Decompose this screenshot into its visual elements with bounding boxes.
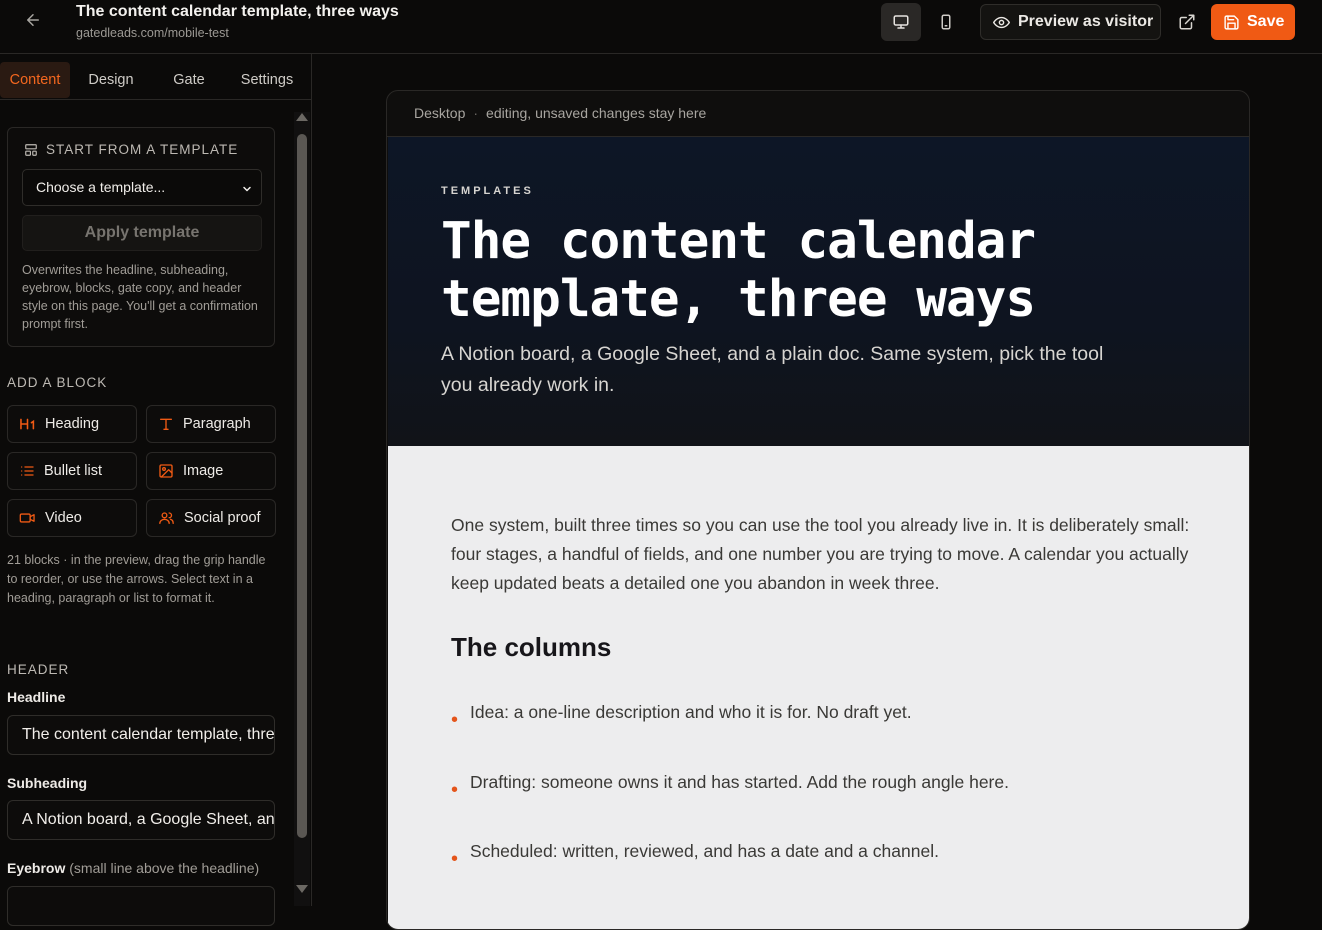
bullet-dot: • xyxy=(451,709,459,731)
headline-label: Headline xyxy=(7,689,66,705)
eye-icon xyxy=(993,16,1010,28)
page-title: The content calendar template, three way… xyxy=(76,3,399,20)
add-video-button[interactable]: Video xyxy=(7,499,137,537)
save-label: Save xyxy=(1247,13,1285,30)
preview-frame: Desktop · editing, unsaved changes stay he… xyxy=(386,90,1250,930)
separator-dot: · xyxy=(473,105,479,121)
external-link-icon xyxy=(1179,14,1195,30)
add-block-heading: ADD A BLOCK xyxy=(7,375,108,390)
list-item-text: Idea: a one-line description and who it … xyxy=(470,702,912,722)
list-item[interactable]: • Idea: a one-line description and who it… xyxy=(451,702,912,730)
preview-device-label: Desktop xyxy=(414,105,466,121)
smartphone-icon xyxy=(941,14,951,30)
bullet-dot: • xyxy=(451,848,459,870)
blocks-note: 21 blocks · in the preview, drag the gri… xyxy=(7,553,266,605)
add-social-proof-button[interactable]: Social proof xyxy=(146,499,276,537)
back-arrow-icon[interactable] xyxy=(22,11,44,33)
template-select[interactable]: Choose a template... xyxy=(22,169,262,206)
image-icon xyxy=(159,464,173,478)
video-icon xyxy=(19,513,35,523)
preview-status-text: editing, unsaved changes stay here xyxy=(486,105,707,121)
preview-label: Preview as visitor xyxy=(1018,13,1154,30)
list-item-text: Scheduled: written, reviewed, and has a … xyxy=(470,841,939,861)
section-heading[interactable]: The columns xyxy=(451,632,611,663)
eyebrow-label: Eyebrow (small line above the headline) xyxy=(7,860,259,876)
eyebrow-hint: (small line above the headline) xyxy=(69,860,260,876)
chevron-down-icon xyxy=(243,186,251,192)
users-icon xyxy=(159,512,174,524)
header-section-heading: HEADER xyxy=(7,662,70,677)
tab-content[interactable]: Content xyxy=(0,62,70,98)
template-note: Overwrites the headline, subheading, eye… xyxy=(22,263,258,331)
save-button[interactable]: Save xyxy=(1211,4,1295,40)
list-item[interactable]: • Scheduled: written, reviewed, and has a… xyxy=(451,841,939,869)
page-url: gatedleads.com/mobile-test xyxy=(76,26,229,40)
template-select-value: Choose a template... xyxy=(36,179,166,195)
tab-gate[interactable]: Gate xyxy=(164,62,214,98)
add-bullet-list-button[interactable]: Bullet list xyxy=(7,452,137,490)
content-body: One system, built three times so you can… xyxy=(388,446,1249,929)
hero-headline[interactable]: The content calendar template, three way… xyxy=(441,213,1121,329)
tab-settings[interactable]: Settings xyxy=(232,62,302,98)
desktop-view-button[interactable] xyxy=(881,3,921,41)
add-heading-button[interactable]: Heading xyxy=(7,405,137,443)
headline-input[interactable]: The content calendar template, three way… xyxy=(7,715,275,755)
hero-section: TEMPLATES The content calendar template,… xyxy=(388,137,1249,446)
intro-paragraph[interactable]: One system, built three times so you can… xyxy=(451,511,1191,598)
tabs-divider xyxy=(0,99,312,100)
floppy-disk-icon xyxy=(1224,14,1239,30)
top-bar: The content calendar template, three way… xyxy=(0,0,1322,54)
subheading-input[interactable]: A Notion board, a Google Sheet, and a pl… xyxy=(7,800,275,840)
template-heading-text: START FROM A TEMPLATE xyxy=(46,142,239,157)
eyebrow-input[interactable] xyxy=(7,886,275,926)
layout-template-icon xyxy=(25,143,37,156)
scroll-up-arrow-icon[interactable] xyxy=(296,113,308,121)
add-heading-label: Heading xyxy=(45,416,100,432)
subheading-label: Subheading xyxy=(7,775,88,791)
preview-status-bar: Desktop · editing, unsaved changes stay he… xyxy=(387,91,1249,137)
tab-design[interactable]: Design xyxy=(80,62,142,98)
add-bullet-list-label: Bullet list xyxy=(44,463,103,479)
template-card: START FROM A TEMPLATE Choose a template.… xyxy=(7,127,275,347)
mobile-view-button[interactable] xyxy=(926,3,966,41)
add-paragraph-button[interactable]: Paragraph xyxy=(146,405,276,443)
monitor-icon xyxy=(893,15,909,29)
bullet-list-icon xyxy=(21,466,34,476)
eyebrow-label-text: Eyebrow xyxy=(7,860,66,876)
add-social-proof-label: Social proof xyxy=(184,510,261,526)
template-heading: START FROM A TEMPLATE xyxy=(24,142,238,157)
hero-subheading[interactable]: A Notion board, a Google Sheet, and a pl… xyxy=(441,339,1121,401)
add-image-button[interactable]: Image xyxy=(146,452,276,490)
open-external-button[interactable] xyxy=(1172,6,1202,38)
list-item-text: Drafting: someone owns it and has starte… xyxy=(470,772,1009,792)
scroll-down-arrow-icon[interactable] xyxy=(296,885,308,893)
apply-template-button[interactable]: Apply template xyxy=(22,215,262,251)
hero-eyebrow[interactable]: TEMPLATES xyxy=(441,185,534,197)
preview-as-visitor-button[interactable]: Preview as visitor xyxy=(980,4,1161,40)
add-video-label: Video xyxy=(45,510,82,526)
add-paragraph-label: Paragraph xyxy=(183,416,251,432)
add-image-label: Image xyxy=(183,463,224,479)
list-item[interactable]: • Drafting: someone owns it and has start… xyxy=(451,772,1009,800)
heading-icon xyxy=(20,418,35,430)
bullet-dot: • xyxy=(451,779,459,801)
sidebar-tabs: Content Design Gate Settings xyxy=(0,62,311,98)
scrollbar-thumb[interactable] xyxy=(297,134,307,838)
paragraph-icon xyxy=(160,418,172,430)
